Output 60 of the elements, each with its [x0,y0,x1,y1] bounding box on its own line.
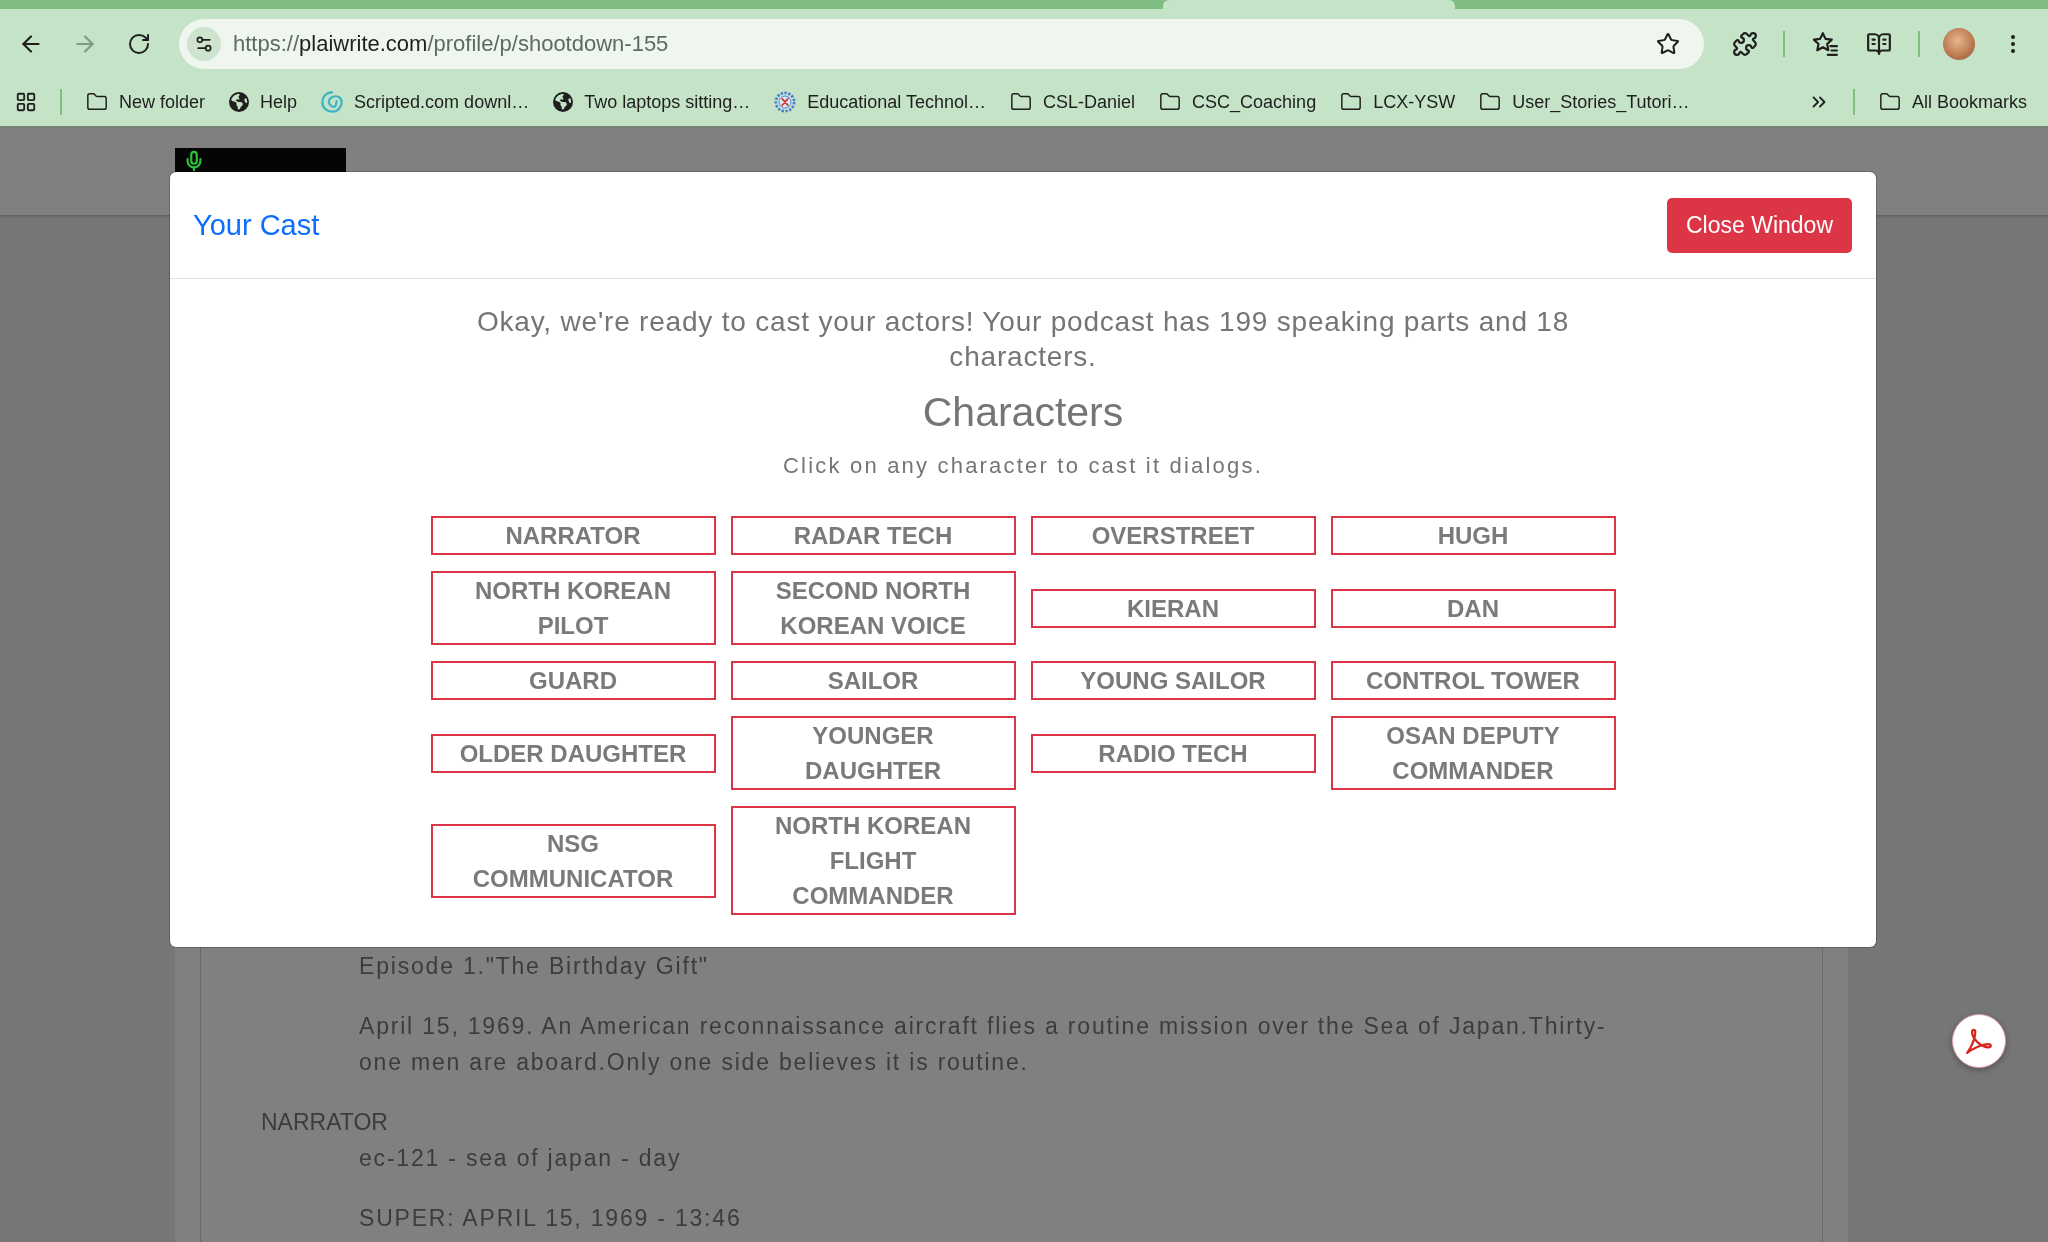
episode-title: Episode 1."The Birthday Gift" [359,952,710,981]
character-button[interactable]: GUARD [430,661,716,700]
address-bar[interactable]: https://plaiwrite.com/profile/p/shootdown-155 [179,18,1704,69]
close-window-button[interactable]: Close Window [1667,197,1852,253]
script-line: ec-121 - sea of japan - day [359,1144,683,1173]
intro-text: Okay, we're ready to cast your actors! Your podcast has 199 speaking parts and 18 characters. [475,305,1571,374]
puzzle-icon[interactable] [1732,30,1758,57]
bookmark-link[interactable]: Help [229,91,298,113]
avatar-icon[interactable] [1943,27,1975,60]
bookmark-link[interactable]: LCX-YSW [1340,91,1456,113]
character-button[interactable]: YOUNG SAILOR [1030,661,1316,700]
character-button[interactable]: HUGH [1330,516,1616,555]
pdf-button[interactable] [1952,1014,2006,1068]
character-button[interactable]: CONTROL TOWER [1330,661,1616,700]
bookmark-link[interactable]: New folder [86,91,206,113]
speaker-name: NARRATOR [261,1108,389,1137]
character-button[interactable]: OVERSTREET [1030,516,1316,555]
folder-icon [1340,91,1363,113]
script-line: SUPER: APRIL 15, 1969 - 13:46 [359,1204,743,1233]
book-icon[interactable] [1866,30,1892,57]
character-button[interactable]: RADAR TECH [730,516,1016,555]
folder-icon [86,91,108,113]
hint-text: Click on any character to cast it dialogs. [783,452,1263,480]
character-button[interactable]: DAN [1330,588,1616,628]
url-text[interactable]: https://plaiwrite.com/profile/p/shootdown-155 [233,30,669,57]
character-button[interactable]: SAILOR [730,661,1016,700]
character-button[interactable]: RADIO TECH [1030,733,1316,773]
star-icon[interactable] [1656,31,1680,56]
character-button[interactable]: SECOND NORTH KOREAN VOICE [730,571,1016,645]
tune-icon[interactable] [187,26,221,61]
character-button[interactable]: OSAN DEPUTY COMMANDER [1330,716,1616,790]
character-button[interactable]: KIERAN [1030,588,1316,628]
globe-icon [553,92,574,112]
folder-icon [1479,91,1502,113]
bookmark-link[interactable]: CSC_Coaching [1159,91,1317,113]
all-bookmarks-button[interactable]: All Bookmarks [1878,91,2027,113]
globe-icon [229,92,250,112]
character-button[interactable]: NORTH KOREAN PILOT [430,571,716,645]
bookmark-link[interactable]: CSL-Daniel [1010,91,1136,113]
character-button[interactable]: NARRATOR [430,516,716,555]
section-heading: Characters [922,388,1124,436]
character-button[interactable]: OLDER DAUGHTER [430,733,716,773]
reload-icon[interactable] [127,31,151,56]
folder-icon [1010,91,1033,113]
folder-icon [1878,91,1901,113]
bookmark-link[interactable]: Scripted.com downl… [321,91,530,113]
gear-icon [774,91,797,113]
star-lines-icon[interactable] [1812,30,1838,57]
modal-title: Your Cast [193,208,320,242]
swirl-icon [321,91,344,113]
bookmark-link[interactable]: User_Stories_Tutori… [1479,91,1690,113]
pdf-icon [1964,1026,1994,1056]
bookmark-link[interactable]: Two laptops sitting… [553,91,751,113]
character-button[interactable]: YOUNGER DAUGHTER [730,716,1016,790]
bookmark-link[interactable]: Educational Technol… [774,91,987,113]
character-button[interactable]: NSG COMMUNICATOR [430,823,716,898]
synopsis-text: April 15, 1969. An American reconnaissance aircraft flies a routine mission over the Sea of Japan.Thirty-one men are aboard.Only one side believes it is routine. [359,1012,1608,1077]
character-button[interactable]: NORTH KOREAN FLIGHT COMMANDER [730,806,1016,915]
grid-icon[interactable] [15,91,37,113]
folder-icon [1159,91,1182,113]
